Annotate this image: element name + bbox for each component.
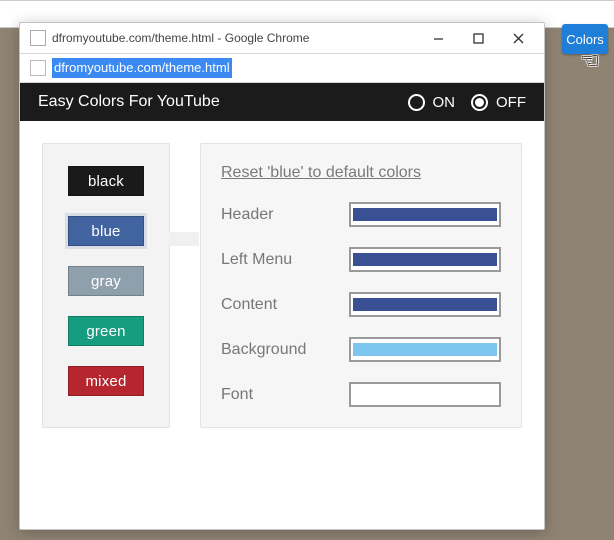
colors-extension-label: Colors <box>566 32 604 47</box>
theme-label: black <box>88 173 124 190</box>
theme-button-blue[interactable]: blue <box>68 216 144 246</box>
close-icon <box>513 33 524 44</box>
color-row-background: Background <box>221 337 501 362</box>
sidebar-connector <box>169 232 199 246</box>
row-label: Background <box>221 341 349 359</box>
window-title: dfromyoutube.com/theme.html - Google Chr… <box>52 31 418 45</box>
toggle-on-label: ON <box>433 94 456 111</box>
row-label: Left Menu <box>221 251 349 269</box>
theme-button-gray[interactable]: gray <box>68 266 144 296</box>
app-title: Easy Colors For YouTube <box>38 93 220 111</box>
minimize-button[interactable] <box>418 25 458 51</box>
color-swatch-content[interactable] <box>349 292 501 317</box>
color-swatch-leftmenu[interactable] <box>349 247 501 272</box>
reset-link[interactable]: Reset 'blue' to default colors <box>221 164 421 181</box>
theme-label: blue <box>91 223 120 240</box>
theme-label: gray <box>91 273 121 290</box>
close-button[interactable] <box>498 25 538 51</box>
swatch-fill <box>353 208 497 221</box>
theme-button-black[interactable]: black <box>68 166 144 196</box>
toggle-off-radio[interactable] <box>471 94 488 111</box>
color-swatch-background[interactable] <box>349 337 501 362</box>
cursor-icon: ☜ <box>580 48 600 74</box>
toggle-group: ON OFF <box>396 94 527 111</box>
row-label: Content <box>221 296 349 314</box>
theme-sidebar: black blue gray green mixed <box>42 143 170 428</box>
theme-label: mixed <box>85 373 126 390</box>
maximize-button[interactable] <box>458 25 498 51</box>
document-icon <box>30 60 46 76</box>
color-row-content: Content <box>221 292 501 317</box>
swatch-fill <box>353 253 497 266</box>
swatch-fill <box>353 388 497 401</box>
window-controls <box>418 25 538 51</box>
color-swatch-font[interactable] <box>349 382 501 407</box>
minimize-icon <box>433 33 444 44</box>
page-icon <box>30 30 46 46</box>
content-area: black blue gray green mixed Reset 'blue'… <box>20 121 544 450</box>
app-header: Easy Colors For YouTube ON OFF <box>20 83 544 121</box>
popup-window: dfromyoutube.com/theme.html - Google Chr… <box>19 22 545 530</box>
swatch-fill <box>353 298 497 311</box>
address-bar[interactable]: dfromyoutube.com/theme.html <box>20 54 544 83</box>
color-row-header: Header <box>221 202 501 227</box>
window-titlebar: dfromyoutube.com/theme.html - Google Chr… <box>20 23 544 54</box>
color-settings-panel: Reset 'blue' to default colors Header Le… <box>200 143 522 428</box>
theme-button-green[interactable]: green <box>68 316 144 346</box>
color-swatch-header[interactable] <box>349 202 501 227</box>
toggle-on-radio[interactable] <box>408 94 425 111</box>
row-label: Font <box>221 386 349 404</box>
row-label: Header <box>221 206 349 224</box>
color-row-leftmenu: Left Menu <box>221 247 501 272</box>
color-row-font: Font <box>221 382 501 407</box>
theme-button-mixed[interactable]: mixed <box>68 366 144 396</box>
address-url: dfromyoutube.com/theme.html <box>52 58 232 78</box>
swatch-fill <box>353 343 497 356</box>
maximize-icon <box>473 33 484 44</box>
theme-label: green <box>86 323 125 340</box>
toggle-off-label: OFF <box>496 94 526 111</box>
